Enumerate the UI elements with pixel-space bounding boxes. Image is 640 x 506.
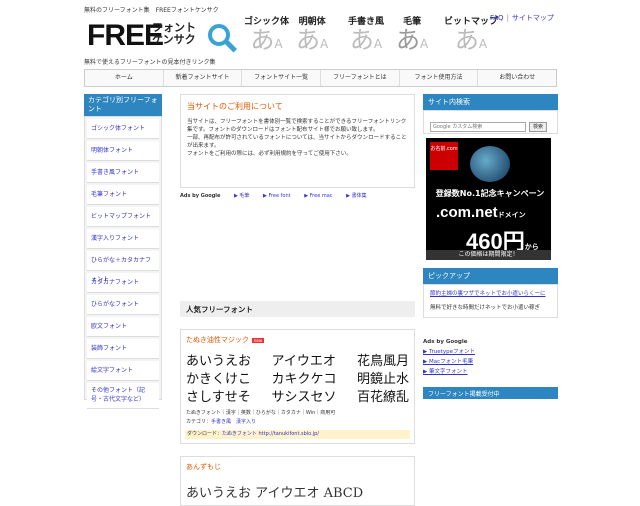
nav-contact[interactable]: お問い合わせ bbox=[478, 70, 557, 86]
nav-home[interactable]: ホーム bbox=[85, 70, 164, 86]
pickup-link[interactable]: 節約主婦の裏ワザでネットでお小遣いらくーに bbox=[430, 290, 551, 298]
ad-link[interactable]: ▶ 毛筆 bbox=[234, 193, 249, 199]
pickup-heading: ピックアップ bbox=[423, 268, 558, 284]
ad-link[interactable]: ▶ Truetypeフォント bbox=[423, 347, 558, 357]
ads-label: Ads by Google bbox=[423, 339, 468, 345]
category-item[interactable]: ゴシック体フォント bbox=[87, 119, 159, 139]
about-box: 当サイトのご利用について 当サイトは、フリーフォントを書体別一覧で検索することが… bbox=[180, 94, 415, 188]
globe-icon bbox=[470, 146, 510, 182]
magnifier-handle-icon bbox=[224, 40, 238, 53]
font-card: あんずもじ あいうえお アイウエオ ABCD bbox=[180, 456, 415, 506]
category-link[interactable]: 漢字入り bbox=[236, 419, 256, 425]
download-row: ダウンロード：たぬきフォント http://tanukifont.sblo.jp… bbox=[185, 430, 410, 439]
submission-heading: フリーフォント掲載受付中 bbox=[423, 387, 558, 399]
category-item[interactable]: 欧文フォント bbox=[87, 317, 159, 337]
category-heading: カテゴリ別フリーフォント bbox=[84, 94, 162, 116]
search-input[interactable]: Google カスタム検索 bbox=[430, 121, 526, 132]
category-item[interactable]: カタカナフォント bbox=[87, 273, 159, 293]
header-subtagline: 無料で使えるフリーフォントの見本付きリンク集 bbox=[84, 59, 216, 66]
site-logo[interactable]: FREE フォント ケンサク bbox=[84, 16, 244, 56]
new-badge: new bbox=[251, 337, 265, 343]
ad-link[interactable]: ▶ 筆文字フォント bbox=[423, 367, 558, 377]
onamae-badge: お名前.com bbox=[430, 142, 458, 170]
about-text: 一部、再配布が許可されているフォントについては、当サイトからダウンロードすること… bbox=[187, 135, 407, 149]
category-item[interactable]: ひらがなフォント bbox=[87, 295, 159, 315]
ad-link[interactable]: ▶ Free font bbox=[263, 193, 291, 199]
category-item[interactable]: 明朝体フォント bbox=[87, 141, 159, 161]
pickup-section: ピックアップ 節約主婦の裏ワザでネットでお小遣いらくーに 無料で好きな時間だけネ… bbox=[423, 268, 558, 318]
category-item[interactable]: ひらがな＋カタカナフォント bbox=[87, 251, 159, 283]
ad-link[interactable]: ▶ Macフォント毛筆 bbox=[423, 357, 558, 367]
nav-about-freefont[interactable]: フリーフォントとは bbox=[321, 70, 400, 86]
search-heading: サイト内検索 bbox=[423, 94, 558, 110]
category-item[interactable]: ビットマップフォント bbox=[87, 207, 159, 227]
about-text: 当サイトは、フリーフォントを書体別一覧で検索することができるフリーフォントリンク… bbox=[187, 119, 407, 133]
category-item[interactable]: 装飾フォント bbox=[87, 339, 159, 359]
style-gothic[interactable]: ゴシック体 あA bbox=[244, 14, 289, 53]
download-link[interactable]: たぬきフォント http://tanukifont.sblo.jp/ bbox=[222, 431, 319, 437]
font-sample-grid: あいうえお かきくけこ さしすせそ アイウエオ カキクケコ サシスセソ 花鳥風月 明鏡止水… bbox=[186, 354, 409, 405]
font-title[interactable]: たぬき油性マジック new bbox=[186, 335, 409, 345]
about-text: フォントをご利用の際には、必ず利用規約を守ってご使用下さい。 bbox=[187, 151, 352, 157]
category-item[interactable]: 絵文字フォント bbox=[87, 361, 159, 381]
ad-link[interactable]: ▶ Free mac bbox=[304, 193, 332, 199]
search-box: Google カスタム検索 検索 bbox=[423, 110, 558, 134]
header-tagline: 無料のフリーフォント集 FREEフォントケンサク bbox=[84, 7, 219, 14]
category-link[interactable]: 手書き風 bbox=[211, 419, 231, 425]
category-item[interactable]: 毛筆フォント bbox=[87, 185, 159, 205]
font-card: たぬき油性マジック new あいうえお かきくけこ さしすせそ アイウエオ カキクケコサ… bbox=[180, 329, 415, 444]
popular-heading: 人気フリーフォント bbox=[180, 301, 415, 317]
ads-row: Ads by Google ▶ 毛筆 ▶ Free font ▶ Free ma… bbox=[180, 192, 415, 199]
ads-label: Ads by Google bbox=[180, 193, 221, 199]
style-handwriting[interactable]: 手書き風 あA bbox=[348, 14, 384, 53]
font-meta: たぬきフォント｜漢字｜英数｜ひらがな｜カタカナ｜Win｜商用可 カテゴリ：手書き… bbox=[186, 410, 336, 425]
category-item[interactable]: その他フォント（記号・古代文字など） bbox=[87, 383, 159, 409]
about-title: 当サイトのご利用について bbox=[187, 102, 283, 111]
search-button[interactable]: 検索 bbox=[529, 121, 547, 132]
category-list: ゴシック体フォント 明朝体フォント 手書き風フォント 毛筆フォント ビットマップ… bbox=[84, 116, 162, 409]
right-ads: Ads by Google ▶ Truetypeフォント ▶ Macフォント毛筆… bbox=[423, 337, 558, 377]
font-title[interactable]: あんずもじ bbox=[186, 462, 409, 472]
font-sample: あいうえお アイウエオ ABCD bbox=[186, 486, 364, 501]
nav-site-list[interactable]: フォントサイト一覧 bbox=[242, 70, 322, 86]
header-links: FAQ | サイトマップ bbox=[490, 14, 554, 22]
category-item[interactable]: 漢字入りフォント bbox=[87, 229, 159, 249]
style-mincho[interactable]: 明朝体 あA bbox=[296, 14, 328, 53]
global-nav: ホーム 新着フォントサイト フォントサイト一覧 フリーフォントとは フォント使用… bbox=[84, 69, 557, 87]
pickup-text: 無料で好きな時間だけネットでお小遣い稼ぎ bbox=[430, 305, 541, 311]
ad-link[interactable]: ▶ 書体集 bbox=[346, 193, 366, 199]
style-samples: ゴシック体 あA 明朝体 あA 手書き風 あA 毛筆 あA ビットマップ あA bbox=[244, 14, 498, 56]
nav-new-sites[interactable]: 新着フォントサイト bbox=[163, 70, 243, 86]
category-item[interactable]: 手書き風フォント bbox=[87, 163, 159, 183]
logo-kana-text: フォント ケンサク bbox=[152, 21, 196, 46]
ad-banner[interactable]: お名前.com 登録数No.1記念キャンペーン .com.netドメイン 460… bbox=[426, 138, 551, 260]
faq-link[interactable]: FAQ bbox=[490, 14, 504, 22]
nav-how-to-use[interactable]: フォント使用方法 bbox=[399, 70, 479, 86]
sitemap-link[interactable]: サイトマップ bbox=[512, 14, 554, 22]
style-brush[interactable]: 毛筆 あA bbox=[396, 14, 428, 53]
